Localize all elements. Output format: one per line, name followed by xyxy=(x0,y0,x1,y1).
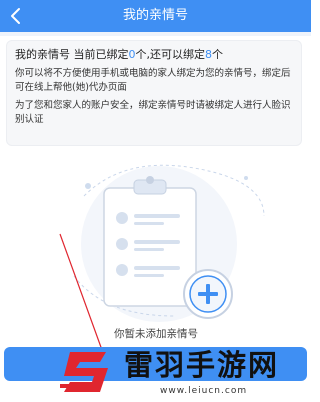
bind-status-mid: 个,还可以绑定 xyxy=(135,48,206,61)
watermark: 雷羽手游网 www.leiucn.com xyxy=(60,342,310,402)
top-bar: 我的亲情号 xyxy=(0,0,311,32)
divider xyxy=(0,32,311,36)
info-card: 我的亲情号 当前已绑定0个,还可以绑定8个 你可以将不方便使用手机或电脑的家人绑… xyxy=(6,40,302,146)
bind-status-suffix: 个 xyxy=(212,48,223,61)
watermark-url: www.leiucn.com xyxy=(160,386,248,396)
bind-status-prefix: 我的亲情号 当前已绑定 xyxy=(15,48,129,61)
bind-status: 我的亲情号 当前已绑定0个,还可以绑定8个 xyxy=(15,47,293,63)
watermark-brand: 雷羽手游网 xyxy=(124,348,280,382)
description-text: 你可以将不方便使用手机或电脑的家人绑定为您的亲情号，绑定后可在线上帮他(她)代办… xyxy=(15,68,291,93)
empty-state-label: 你暂未添加亲情号 xyxy=(114,328,198,340)
page-title: 我的亲情号 xyxy=(122,8,188,23)
brand-logo-icon xyxy=(60,352,108,392)
remaining-count: 8 xyxy=(205,48,212,61)
security-notice: 为了您和您家人的账户安全，绑定亲情号时请被绑定人进行人脸识别认证 xyxy=(15,100,291,125)
bound-count: 0 xyxy=(128,48,136,61)
